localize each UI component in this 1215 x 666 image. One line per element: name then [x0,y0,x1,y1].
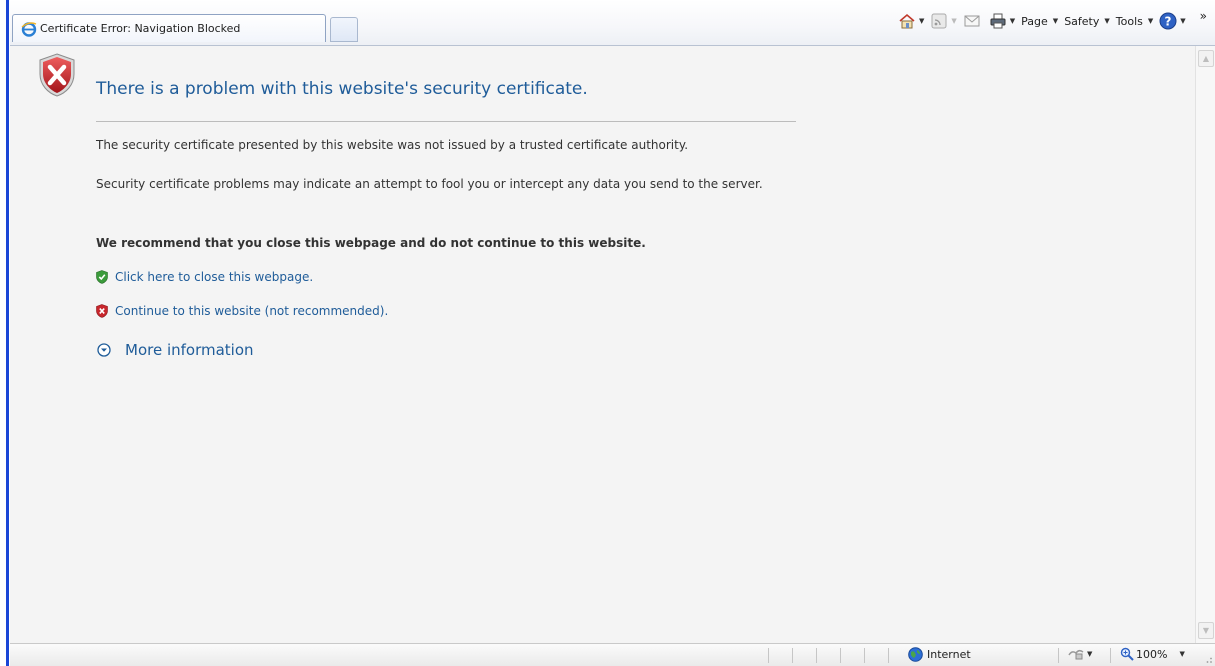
tools-menu[interactable]: Tools [1116,15,1143,28]
page-content: There is a problem with this website's s… [10,46,1195,643]
close-webpage-link[interactable]: Click here to close this webpage. [115,270,313,284]
help-dropdown-caret[interactable]: ▼ [1180,17,1185,25]
recommendation-text: We recommend that you close this webpage… [96,236,646,250]
protected-mode-caret[interactable]: ▼ [1087,650,1092,658]
red-shield-x-icon [96,304,108,318]
tools-menu-caret[interactable]: ▼ [1148,17,1153,25]
magnifier-icon [1120,647,1134,661]
continue-website-row: Continue to this website (not recommende… [96,304,388,318]
home-dropdown-caret[interactable]: ▼ [919,17,924,25]
window-left-edge [0,0,10,666]
security-zone[interactable]: Internet [908,647,971,662]
page-menu-caret[interactable]: ▼ [1053,17,1058,25]
protected-mode-control[interactable]: ▼ [1068,647,1098,661]
page-menu[interactable]: Page [1021,15,1048,28]
tab-title: Certificate Error: Navigation Blocked [40,22,241,35]
help-icon[interactable]: ? [1159,12,1177,30]
status-divider [1110,648,1111,663]
resize-grip-icon[interactable] [1203,654,1213,664]
mail-icon[interactable] [963,12,981,30]
scroll-down-button[interactable]: ▼ [1198,622,1214,639]
status-divider [840,648,841,663]
globe-icon [908,647,923,662]
more-information-link[interactable]: More information [125,341,254,359]
green-shield-check-icon [96,270,108,284]
feeds-dropdown-caret[interactable]: ▼ [951,17,956,25]
ie-icon [21,21,37,37]
error-shield-icon [39,53,75,97]
more-information-row[interactable]: More information [96,341,254,359]
zoom-control[interactable]: 100% ▼ [1120,647,1191,661]
command-bar: ▼ ▼ ▼ Page ▼ Safety ▼ Tools ▼ ? ▼ » [898,9,1207,32]
feeds-icon[interactable] [930,12,948,30]
scroll-up-button[interactable]: ▲ [1198,50,1214,67]
svg-text:?: ? [1165,15,1172,29]
status-divider [768,648,769,663]
certificate-explanation: The security certificate presented by th… [96,138,689,152]
heading-divider [96,121,796,122]
expand-circle-icon[interactable] [97,343,111,357]
status-divider [888,648,889,663]
risk-explanation: Security certificate problems may indica… [96,177,763,191]
status-bar: Internet ▼ 100% ▼ [10,643,1215,666]
status-divider [1058,648,1059,663]
tab-command-bar: Certificate Error: Navigation Blocked ▼ … [10,0,1215,46]
tab-certificate-error[interactable]: Certificate Error: Navigation Blocked [12,14,326,42]
close-webpage-row: Click here to close this webpage. [96,270,313,284]
status-divider [816,648,817,663]
status-divider [864,648,865,663]
vertical-scrollbar[interactable]: ▲ ▼ [1195,46,1215,643]
safety-menu[interactable]: Safety [1064,15,1099,28]
page-title: There is a problem with this website's s… [96,79,588,99]
continue-website-link[interactable]: Continue to this website (not recommende… [115,304,388,318]
security-zone-label: Internet [927,648,971,661]
toolbar-overflow-chevron[interactable]: » [1200,9,1207,23]
zoom-level: 100% [1136,647,1168,661]
protected-mode-icon [1068,649,1084,660]
new-tab-button[interactable] [330,17,358,42]
status-divider [792,648,793,663]
safety-menu-caret[interactable]: ▼ [1104,17,1109,25]
print-icon[interactable] [989,12,1007,30]
zoom-caret[interactable]: ▼ [1179,650,1184,658]
print-dropdown-caret[interactable]: ▼ [1010,17,1015,25]
home-icon[interactable] [898,12,916,30]
